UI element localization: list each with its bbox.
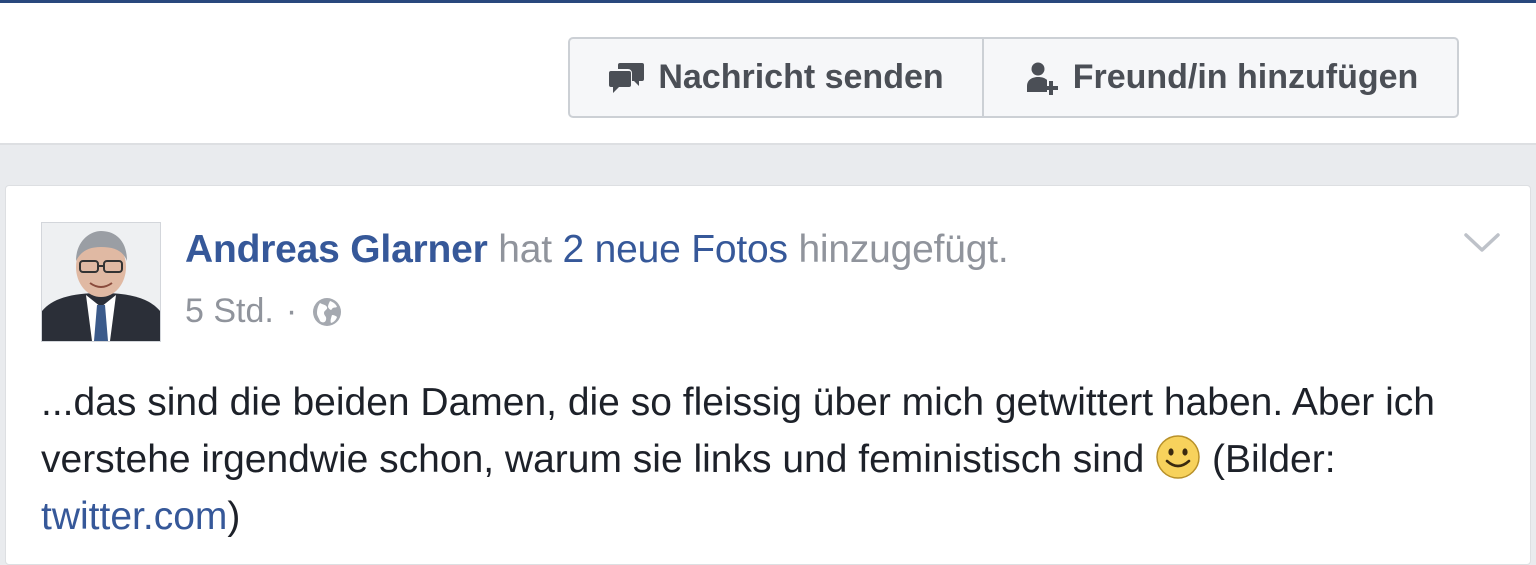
post-photos-link[interactable]: 2 neue Fotos	[563, 228, 788, 271]
profile-action-bar: Nachricht senden Freund/in hinzufügen	[0, 3, 1536, 145]
post-text-continued: (Bilder:	[1212, 438, 1336, 481]
avatar-photo	[42, 223, 160, 341]
post-text-closing: )	[227, 495, 241, 538]
post-timestamp[interactable]: 5 Std.	[185, 292, 274, 331]
add-friend-icon	[1026, 62, 1058, 95]
twitter-link[interactable]: twitter.com	[41, 495, 227, 538]
meta-separator: ·	[285, 292, 298, 330]
post-action-suffix: hinzugefügt.	[798, 228, 1009, 271]
post-header: Andreas Glarner hat 2 neue Fotos hinzuge…	[185, 228, 1009, 272]
message-icon	[609, 62, 645, 93]
add-friend-label: Freund/in hinzufügen	[1072, 58, 1419, 96]
add-friend-button[interactable]: Freund/in hinzufügen	[984, 39, 1457, 116]
post-body: ...das sind die beiden Damen, die so fle…	[41, 374, 1521, 545]
send-message-button[interactable]: Nachricht senden	[570, 39, 984, 116]
smiley-emoji	[1156, 435, 1200, 479]
post-author-link[interactable]: Andreas Glarner	[185, 228, 488, 271]
post-meta: 5 Std. ·	[185, 292, 343, 331]
globe-icon[interactable]	[311, 296, 343, 328]
chevron-down-icon[interactable]	[1462, 230, 1502, 256]
post-action-prefix: hat	[498, 228, 552, 271]
post-card: Andreas Glarner hat 2 neue Fotos hinzuge…	[5, 185, 1531, 565]
profile-action-buttons: Nachricht senden Freund/in hinzufügen	[568, 37, 1459, 118]
send-message-label: Nachricht senden	[658, 58, 944, 96]
avatar[interactable]	[41, 222, 161, 342]
